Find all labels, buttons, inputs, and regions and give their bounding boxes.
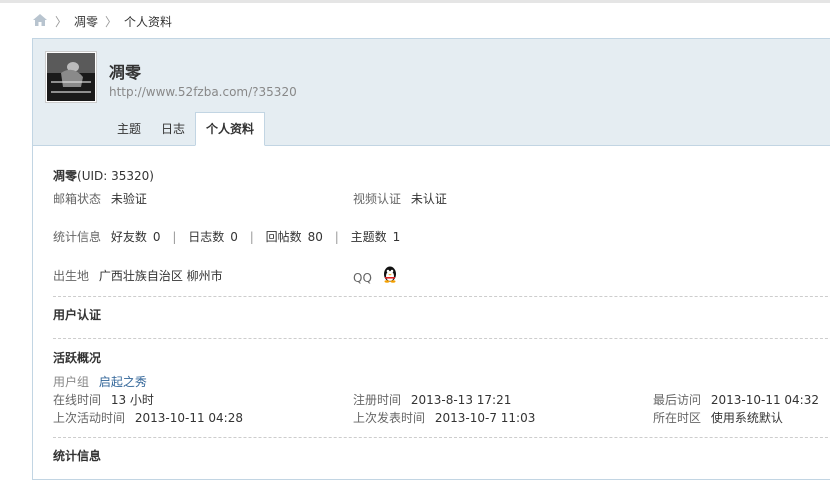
timezone-label: 所在时区 — [653, 411, 702, 425]
statistics-heading: 统计信息 — [53, 449, 102, 463]
thread-count-label[interactable]: 主题数 — [351, 230, 387, 244]
last-visit-value: 2013-10-11 04:32 — [710, 393, 819, 407]
qq-penguin-icon[interactable] — [382, 265, 398, 286]
birthplace-label: 出生地 — [53, 269, 90, 283]
online-time-row: 在线时间 13 小时 — [53, 391, 154, 408]
user-cert-heading: 用户认证 — [53, 308, 102, 322]
blog-count-label[interactable]: 日志数 — [188, 230, 224, 244]
email-status-row: 邮箱状态 未验证 — [53, 190, 147, 207]
reply-count: 80 — [307, 230, 323, 244]
section-divider — [53, 296, 830, 297]
home-icon[interactable] — [32, 13, 48, 30]
stats-divider: | — [172, 230, 177, 244]
user-group-label: 用户组 — [53, 375, 90, 389]
email-status-value: 未验证 — [110, 192, 147, 206]
video-cert-row: 视频认证 未认证 — [353, 190, 447, 207]
breadcrumb-current: 个人资料 — [124, 14, 173, 29]
last-post-row: 上次发表时间 2013-10-7 11:03 — [353, 409, 535, 426]
info-username: 凋零 — [53, 169, 78, 183]
last-post-label: 上次发表时间 — [353, 411, 426, 425]
register-time-row: 注册时间 2013-8-13 17:21 — [353, 391, 511, 408]
section-divider — [53, 437, 830, 438]
breadcrumb-separator: 〉 — [105, 14, 118, 29]
friends-count: 0 — [152, 230, 161, 244]
reply-count-label[interactable]: 回帖数 — [266, 230, 302, 244]
tab-profile[interactable]: 个人资料 — [195, 112, 266, 146]
uid-value: (UID: 35320) — [77, 169, 154, 183]
profile-url[interactable]: http://www.52fzba.com/?35320 — [109, 85, 297, 99]
tab-threads[interactable]: 主题 — [107, 113, 151, 145]
stats-row: 统计信息 好友数 0 | 日志数 0 | 回帖数 80 | 主题数 1 — [53, 228, 400, 245]
uid-row: 凋零(UID: 35320) — [53, 167, 154, 184]
last-visit-label: 最后访问 — [653, 393, 702, 407]
qq-row: QQ — [353, 265, 398, 286]
avatar[interactable] — [45, 51, 97, 103]
timezone-row: 所在时区 使用系统默认 — [653, 409, 783, 426]
timezone-value: 使用系统默认 — [710, 411, 783, 425]
last-visit-row: 最后访问 2013-10-11 04:32 — [653, 391, 819, 408]
last-active-value: 2013-10-11 04:28 — [134, 411, 243, 425]
breadcrumb: 〉 凋零 〉 个人资料 — [32, 12, 172, 30]
email-status-label: 邮箱状态 — [53, 192, 102, 206]
qq-label: QQ — [353, 270, 372, 285]
top-divider — [0, 0, 830, 3]
tab-blog[interactable]: 日志 — [151, 113, 195, 145]
friends-count-label[interactable]: 好友数 — [111, 230, 147, 244]
video-cert-label: 视频认证 — [353, 192, 402, 206]
register-time-value: 2013-8-13 17:21 — [410, 393, 512, 407]
blog-count: 0 — [230, 230, 238, 244]
last-active-row: 上次活动时间 2013-10-11 04:28 — [53, 409, 243, 426]
user-group-row: 用户组 启起之秀 — [53, 373, 147, 390]
profile-header: 凋零 http://www.52fzba.com/?35320 主题 日志 个人… — [33, 39, 830, 146]
user-group-link[interactable]: 启起之秀 — [99, 375, 147, 389]
activity-heading: 活跃概况 — [53, 351, 102, 365]
last-active-label: 上次活动时间 — [53, 411, 126, 425]
stats-divider: | — [334, 230, 339, 244]
register-time-label: 注册时间 — [353, 393, 402, 407]
profile-panel: 凋零 http://www.52fzba.com/?35320 主题 日志 个人… — [32, 38, 830, 480]
section-divider — [53, 338, 830, 339]
breadcrumb-separator: 〉 — [55, 14, 68, 29]
video-cert-value: 未认证 — [410, 192, 447, 206]
birthplace-value: 广西壮族自治区 柳州市 — [98, 269, 223, 283]
last-post-value: 2013-10-7 11:03 — [434, 411, 536, 425]
profile-name: 凋零 — [109, 63, 142, 82]
online-time-label: 在线时间 — [53, 393, 102, 407]
breadcrumb-user[interactable]: 凋零 — [74, 13, 98, 30]
stats-label: 统计信息 — [53, 230, 102, 244]
birthplace-row: 出生地 广西壮族自治区 柳州市 — [53, 267, 223, 284]
thread-count: 1 — [392, 230, 401, 244]
profile-tabs: 主题 日志 个人资料 — [107, 112, 266, 146]
stats-divider: | — [249, 230, 254, 244]
online-time-value: 13 小时 — [110, 393, 154, 407]
